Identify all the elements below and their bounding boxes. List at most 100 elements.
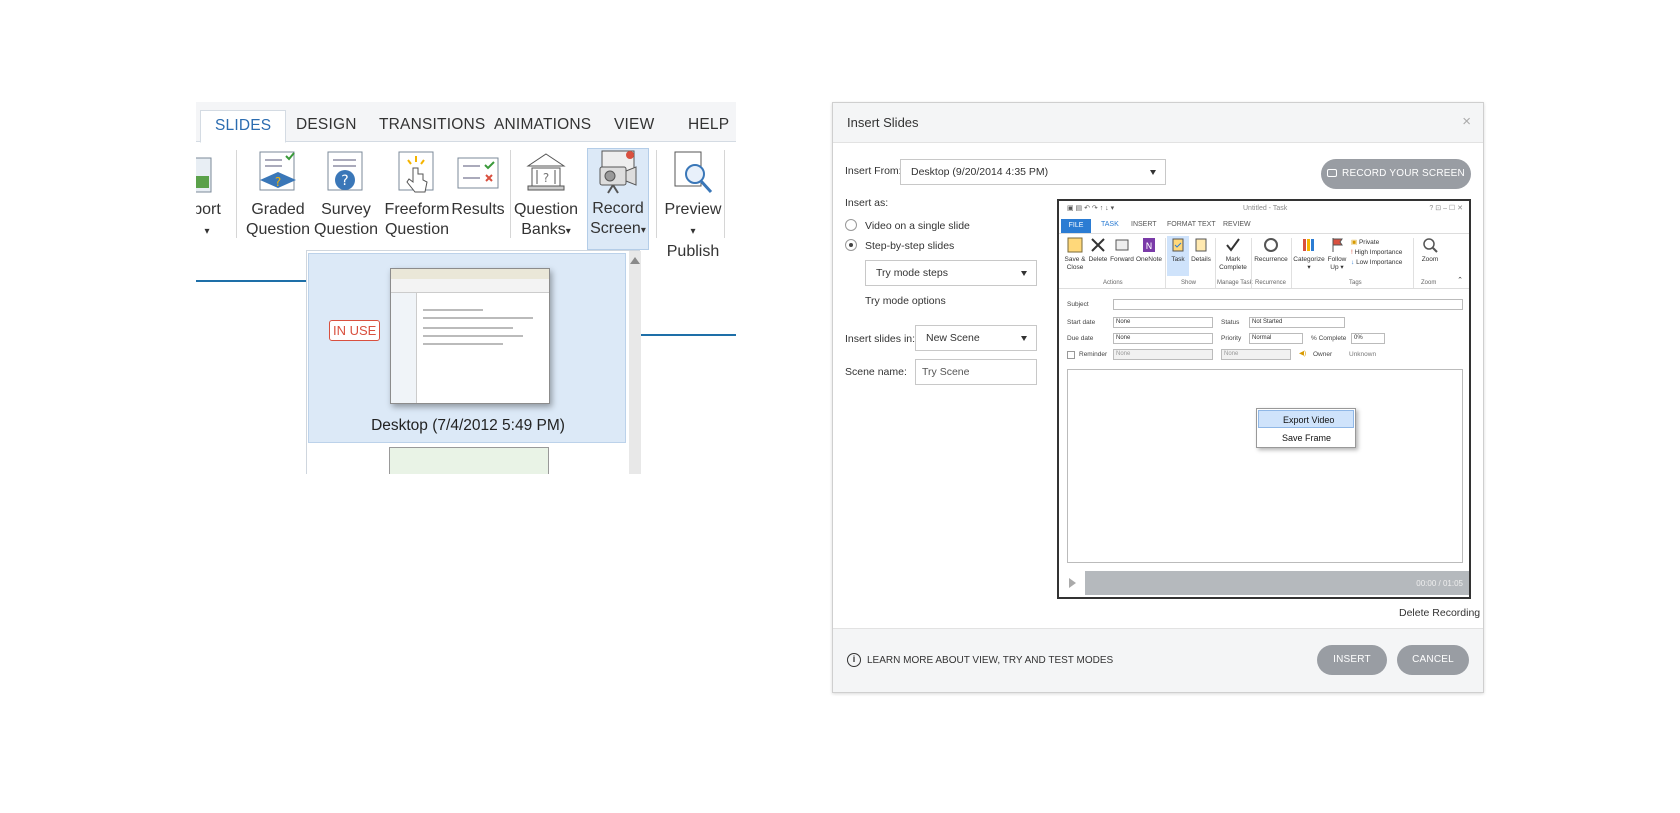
- outlook-group-recurrence: Recurrence: [1255, 280, 1287, 286]
- recording-item-selected[interactable]: IN USE Desktop (7/4/2012 5:49 PM): [308, 253, 626, 443]
- freeform-label-2: Question: [384, 221, 450, 238]
- outlook-delete-label: Delete: [1088, 256, 1108, 263]
- recording-label: Desktop (7/4/2012 5:49 PM): [371, 417, 565, 434]
- tab-view[interactable]: VIEW: [614, 116, 654, 134]
- recording-thumbnail-2[interactable]: [389, 447, 549, 474]
- banks-label-1: Question: [513, 201, 579, 218]
- outlook-follow-up[interactable]: Follow Up ▾: [1325, 236, 1349, 272]
- try-mode-select[interactable]: Try mode steps: [865, 260, 1037, 286]
- percent-complete-label: % Complete: [1311, 335, 1347, 342]
- reminder-label: Reminder: [1079, 351, 1108, 358]
- outlook-zoom[interactable]: Zoom: [1417, 236, 1443, 264]
- publish-label[interactable]: Publish: [667, 243, 719, 260]
- playback-time: 00:00 / 01:05: [1416, 579, 1463, 588]
- speaker-icon[interactable]: ◀): [1299, 349, 1306, 357]
- insert-button[interactable]: INSERT: [1317, 645, 1387, 675]
- playback-timeline[interactable]: 00:00 / 01:05: [1085, 571, 1469, 595]
- freeform-label-1: Freeform: [384, 201, 450, 218]
- save-frame-menu-item[interactable]: Save Frame: [1258, 429, 1354, 447]
- svg-text:?: ?: [341, 173, 348, 189]
- preview-label: Preview: [664, 201, 722, 218]
- subject-label: Subject: [1067, 301, 1089, 308]
- dropdown-scrollbar[interactable]: [629, 251, 641, 474]
- play-icon[interactable]: [1069, 578, 1076, 588]
- ribbon-separator: [236, 150, 237, 238]
- record-your-screen-button[interactable]: RECORD YOUR SCREEN: [1321, 159, 1471, 189]
- insert-in-label: Insert slides in:: [845, 333, 916, 345]
- start-date-field[interactable]: None: [1113, 317, 1213, 328]
- due-date-field[interactable]: None: [1113, 333, 1213, 344]
- outlook-tab-task[interactable]: TASK: [1101, 221, 1119, 228]
- preview-button[interactable]: Preview ▾ Publish: [662, 150, 724, 262]
- outlook-task[interactable]: Task: [1167, 236, 1189, 276]
- outlook-forward[interactable]: Forward: [1109, 236, 1135, 264]
- export-video-menu-item[interactable]: Export Video: [1258, 410, 1354, 428]
- outlook-ribbon-separator: [1165, 238, 1166, 288]
- outlook-high-label: High Importance: [1354, 249, 1403, 256]
- ribbon-accent-line: [196, 280, 306, 282]
- outlook-tag-options: ▣ Private ! High Importance ↓ Low Import…: [1351, 238, 1402, 268]
- freeform-question-button[interactable]: Freeform Question: [382, 150, 452, 240]
- results-icon: [457, 157, 499, 189]
- quick-access-toolbar: ▣ ▤ ↶ ↷ ↑ ↓ ▾ Untitled - Task ? ⊡ – ☐ ✕: [1059, 201, 1469, 217]
- banks-dropdown-arrow: ▾: [565, 226, 571, 237]
- status-select[interactable]: Not Started: [1249, 317, 1345, 328]
- recordings-dropdown: IN USE Desktop (7/4/2012 5:49 PM): [306, 250, 641, 474]
- scroll-up-icon[interactable]: [630, 257, 640, 264]
- close-icon[interactable]: ×: [1462, 113, 1471, 130]
- save-icon: [1067, 237, 1083, 253]
- insert-from-select[interactable]: Desktop (9/20/2014 4:35 PM): [900, 159, 1166, 185]
- import-dropdown-arrow: ▾: [204, 226, 210, 237]
- try-mode-options-link[interactable]: Try mode options: [865, 295, 946, 307]
- outlook-high-importance[interactable]: ! High Importance: [1351, 248, 1402, 258]
- outlook-save-close[interactable]: Save & Close: [1063, 236, 1087, 272]
- details-icon: [1195, 238, 1207, 252]
- cancel-button[interactable]: CANCEL: [1397, 645, 1469, 675]
- svg-text:?: ?: [543, 171, 549, 185]
- outlook-forward-label: Forward: [1110, 256, 1134, 263]
- outlook-onenote[interactable]: N OneNote: [1135, 236, 1163, 264]
- outlook-recurrence[interactable]: Recurrence: [1253, 236, 1289, 264]
- priority-select[interactable]: Normal: [1249, 333, 1303, 344]
- outlook-tab-file[interactable]: FILE: [1061, 219, 1091, 233]
- tab-animations[interactable]: ANIMATIONS: [494, 116, 591, 134]
- tab-help[interactable]: HELP: [688, 116, 729, 134]
- outlook-low-importance[interactable]: ↓ Low Importance: [1351, 258, 1402, 268]
- graded-question-button[interactable]: ? Graded Question: [246, 150, 310, 240]
- outlook-ribbon: Save & Close Delete Forward N OneNote Acti…: [1059, 233, 1469, 289]
- outlook-recurrence-label: Recurrence: [1254, 256, 1288, 263]
- outlook-details[interactable]: Details: [1189, 236, 1213, 264]
- scene-name-input[interactable]: Try Scene: [915, 359, 1037, 385]
- outlook-categorize[interactable]: Categorize ▾: [1293, 236, 1325, 272]
- dialog-footer: i LEARN MORE ABOUT VIEW, TRY AND TEST MO…: [833, 628, 1483, 692]
- outlook-delete[interactable]: Delete: [1087, 236, 1109, 264]
- task-body[interactable]: Export Video Save Frame: [1067, 369, 1463, 563]
- percent-complete-field[interactable]: 0%: [1351, 333, 1385, 344]
- record-screen-button[interactable]: Record Screen▾: [587, 148, 649, 250]
- radio-step-by-step[interactable]: [845, 239, 857, 251]
- outlook-window-controls: ? ⊡ – ☐ ✕: [1429, 205, 1463, 212]
- survey-label-1: Survey: [321, 201, 371, 218]
- outlook-ribbon-separator: [1413, 238, 1414, 288]
- outlook-tab-format-text[interactable]: FORMAT TEXT: [1167, 221, 1216, 228]
- tab-design[interactable]: DESIGN: [296, 116, 357, 134]
- outlook-private[interactable]: ▣ Private: [1351, 238, 1402, 248]
- ribbon-tab-bar: SLIDES DESIGN TRANSITIONS ANIMATIONS VIE…: [196, 102, 736, 143]
- outlook-mark-complete[interactable]: Mark Complete: [1217, 236, 1249, 272]
- outlook-tab-insert[interactable]: INSERT: [1131, 221, 1157, 228]
- import-button[interactable]: port ▾: [196, 150, 230, 242]
- subject-field[interactable]: [1113, 299, 1463, 310]
- results-button[interactable]: Results: [450, 150, 506, 220]
- outlook-ribbon-separator: [1215, 238, 1216, 288]
- learn-more-link[interactable]: LEARN MORE ABOUT VIEW, TRY AND TEST MODE…: [867, 655, 1113, 666]
- collapse-ribbon-icon[interactable]: ⌃: [1457, 276, 1463, 284]
- delete-recording-link[interactable]: Delete Recording: [1399, 607, 1480, 619]
- outlook-tab-review[interactable]: REVIEW: [1223, 221, 1251, 228]
- insert-in-select[interactable]: New Scene: [915, 325, 1037, 351]
- tab-transitions[interactable]: TRANSITIONS: [379, 116, 485, 134]
- reminder-checkbox[interactable]: [1067, 351, 1075, 359]
- survey-question-button[interactable]: ? Survey Question: [314, 150, 378, 240]
- question-banks-button[interactable]: ? Question Banks▾: [512, 150, 580, 242]
- tab-slides[interactable]: SLIDES: [200, 110, 287, 143]
- radio-single-slide[interactable]: [845, 219, 857, 231]
